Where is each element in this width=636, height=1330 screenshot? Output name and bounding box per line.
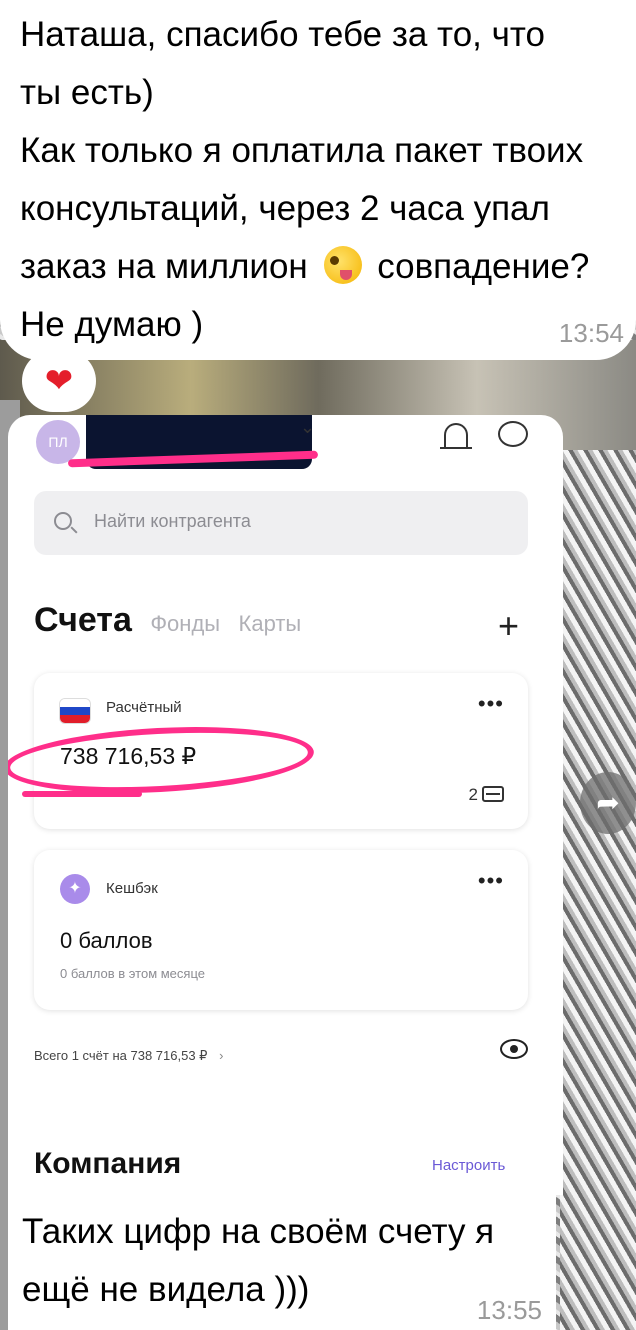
message-caption[interactable]: Таких цифр на своём счету я ещё не видел…	[8, 1195, 556, 1330]
chevron-right-icon: ›	[219, 1048, 224, 1063]
cashback-card: ✦ Кешбэк ••• 0 баллов 0 баллов в этом ме…	[34, 850, 528, 1010]
cards-count: 2	[469, 785, 504, 805]
bell-icon	[440, 423, 472, 449]
search-placeholder: Найти контрагента	[94, 511, 251, 531]
message-line: Таких цифр на своём счету я	[22, 1212, 495, 1251]
message-line: Не думаю )	[20, 305, 204, 344]
message-timestamp: 13:55	[476, 1295, 542, 1325]
account-name: Расчётный	[106, 699, 182, 716]
russia-flag-icon	[60, 699, 90, 723]
eye-icon	[500, 1039, 528, 1059]
cashback-name: Кешбэк	[106, 880, 158, 897]
cards-count-value: 2	[468, 785, 478, 804]
chevron-down-icon: ⌄	[300, 417, 316, 437]
zany-face-emoji-icon	[323, 246, 362, 284]
cashback-subtitle: 0 баллов в этом месяце	[60, 966, 205, 981]
message-line-part: заказ на миллион	[20, 247, 308, 286]
search-icon	[54, 512, 72, 530]
total-summary: Всего 1 счёт на 738 716,53 ₽ ›	[34, 1048, 223, 1064]
highlight-stroke	[22, 791, 142, 797]
message-bubble-incoming[interactable]: Наташа, спасибо тебе за то, что ты есть)…	[0, 0, 636, 360]
share-icon[interactable]: ➦	[580, 772, 636, 834]
message-line: ещё не видела )))	[22, 1270, 310, 1309]
message-line: заказ на миллион совпадение?	[20, 238, 630, 296]
message-text: Наташа, спасибо тебе за то, что ты есть)…	[20, 6, 630, 354]
account-card: Расчётный ••• 738 716,53 ₽ 2	[8, 673, 528, 829]
tab-cards: Карты	[238, 611, 302, 636]
avatar: ПЛ	[36, 420, 80, 464]
highlight-circle	[8, 719, 316, 801]
total-text: Всего 1 счёт на 738 716,53 ₽	[34, 1048, 208, 1063]
support-icon	[498, 421, 528, 447]
more-icon: •••	[477, 868, 504, 893]
company-heading: Компания	[34, 1147, 182, 1180]
plus-icon: +	[498, 605, 520, 646]
attached-screenshot[interactable]: ПЛ ⌄ Найти контрагента Счета Фонды Карты…	[8, 415, 563, 1195]
more-icon: •••	[477, 691, 504, 716]
tab-accounts: Счета	[34, 601, 132, 639]
message-line: ты есть)	[20, 73, 154, 112]
message-line: Как только я оплатила пакет твоих	[20, 131, 584, 170]
cashback-icon: ✦	[60, 874, 90, 904]
message-line-part: совпадение?	[377, 247, 590, 286]
message-text: Таких цифр на своём счету я ещё не видел…	[22, 1203, 552, 1319]
card-icon	[482, 786, 504, 802]
cashback-points: 0 баллов	[60, 928, 153, 953]
setup-link: Настроить	[432, 1157, 506, 1174]
message-line: Наташа, спасибо тебе за то, что	[20, 15, 545, 54]
tab-funds: Фонды	[150, 611, 221, 636]
wallpaper-photo-right	[560, 450, 636, 1330]
message-line: консультаций, через 2 часа упал	[20, 189, 550, 228]
account-tabs: Счета Фонды Карты	[34, 601, 301, 640]
heart-reaction-icon[interactable]: ❤	[22, 350, 96, 412]
message-timestamp: 13:54	[558, 318, 624, 348]
search-bar: Найти контрагента	[34, 491, 528, 555]
